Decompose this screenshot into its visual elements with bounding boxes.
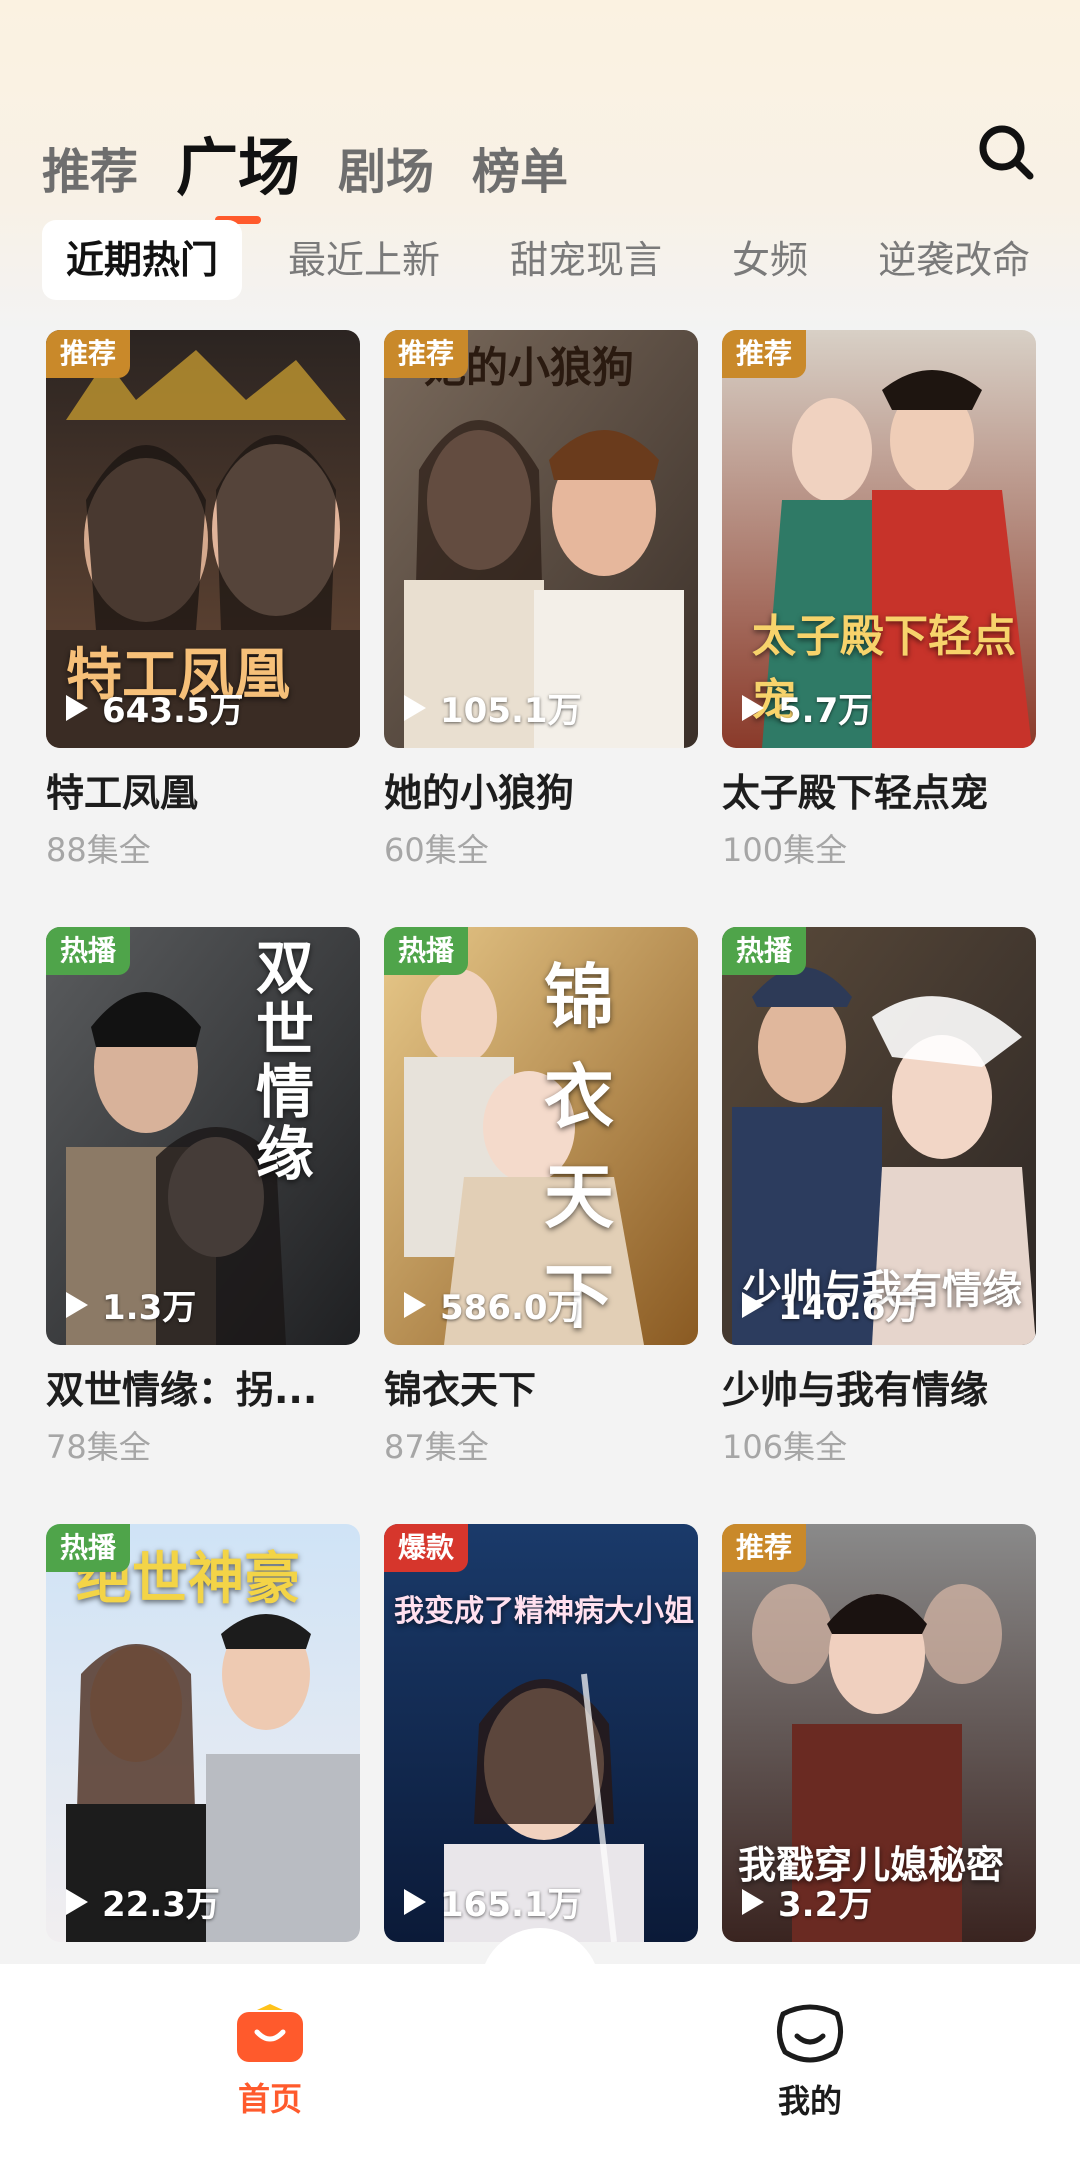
drama-poster: 太子殿下轻点宠 推荐 5.7万 [722, 330, 1036, 748]
play-count: 105.1万 [404, 683, 582, 732]
nav-home-label: 首页 [237, 2080, 302, 2118]
drama-title: 她的小狼狗 [384, 771, 575, 815]
play-icon [742, 1888, 764, 1915]
tab-plaza[interactable]: 广场 [176, 128, 300, 208]
poster-title: 我变成了精神病大小姐 [394, 1594, 694, 1629]
play-icon [66, 1888, 88, 1915]
play-count: 22.3万 [66, 1877, 220, 1926]
play-count-value: 140.6万 [778, 1288, 920, 1328]
tag-badge: 推荐 [384, 330, 469, 378]
chip-new-releases[interactable]: 最近上新 [264, 220, 464, 300]
drama-card[interactable]: 太子殿下轻点宠 推荐 5.7万 太子殿下轻点宠 100集全 [722, 330, 1036, 872]
play-count: 3.2万 [742, 1877, 872, 1926]
tag-badge: 热播 [46, 927, 131, 975]
app-screen: 推荐 广场 剧场 榜单 近期热门 最近上新 甜宠现言 女频 逆袭改命 特工凤凰 … [0, 0, 1080, 2160]
play-count-value: 5.7万 [778, 691, 873, 731]
drama-title: 锦衣天下 [384, 1368, 537, 1412]
nav-profile[interactable]: 我的 [710, 2002, 910, 2122]
play-count: 586.0万 [404, 1280, 582, 1329]
play-icon [404, 1291, 426, 1318]
drama-poster: 绝世神豪 热播 22.3万 [46, 1524, 360, 1942]
drama-title: 特工凤凰 [46, 771, 199, 815]
drama-title: 太子殿下轻点宠 [722, 771, 989, 815]
episode-count: 78集全 [46, 1428, 151, 1466]
play-count: 5.7万 [742, 683, 872, 732]
tag-badge: 推荐 [46, 330, 131, 378]
drama-poster: 锦衣天下 热播 586.0万 [384, 927, 698, 1345]
drama-card[interactable]: 锦衣天下 热播 586.0万 锦衣天下 87集全 [384, 927, 698, 1469]
episode-count: 60集全 [384, 831, 489, 869]
status-bar [0, 0, 1080, 110]
nav-profile-label: 我的 [777, 2082, 842, 2120]
play-count-value: 643.5万 [102, 691, 244, 731]
top-tabs: 推荐 广场 剧场 榜单 [42, 118, 1040, 208]
play-count: 140.6万 [742, 1280, 920, 1329]
profile-icon [777, 2004, 843, 2063]
chip-counterattack[interactable]: 逆袭改命 [854, 220, 1054, 300]
play-icon [404, 694, 426, 721]
play-count: 165.1万 [404, 1877, 582, 1926]
play-icon [742, 1291, 764, 1318]
drama-card[interactable]: 少帅与我有情缘 热播 140.6万 少帅与我有情缘 106集全 [722, 927, 1036, 1469]
tab-recommend[interactable]: 推荐 [42, 136, 138, 208]
category-chips: 近期热门 最近上新 甜宠现言 女频 逆袭改命 [42, 220, 1080, 300]
drama-card[interactable]: 她的小狼狗 推荐 105.1万 她的小狼狗 60集全 [384, 330, 698, 872]
play-count-value: 22.3万 [102, 1885, 220, 1925]
poster-title: 双世情缘 [256, 934, 315, 1188]
chip-sweet-romance[interactable]: 甜宠现言 [486, 220, 686, 300]
tab-ranking[interactable]: 榜单 [472, 136, 568, 208]
drama-title: 双世情缘：拐... [46, 1368, 318, 1412]
tag-badge: 推荐 [722, 330, 807, 378]
home-icon [237, 2004, 303, 2062]
tab-theater[interactable]: 剧场 [338, 136, 434, 208]
drama-card[interactable]: 绝世神豪 热播 22.3万 [46, 1524, 360, 1942]
episode-count: 88集全 [46, 831, 151, 869]
episode-count: 87集全 [384, 1428, 489, 1466]
play-count-value: 165.1万 [440, 1885, 582, 1925]
nav-home[interactable]: 首页 [170, 2004, 370, 2120]
bottom-nav: 首页 我的 [0, 1964, 1080, 2160]
drama-poster: 我戳穿儿媳秘密 推荐 3.2万 [722, 1524, 1036, 1942]
tag-badge: 热播 [722, 927, 807, 975]
play-count-value: 586.0万 [440, 1288, 582, 1328]
play-icon [742, 694, 764, 721]
drama-poster: 双世情缘 热播 1.3万 [46, 927, 360, 1345]
drama-card[interactable]: 我变成了精神病大小姐 爆款 165.1万 [384, 1524, 698, 1942]
tag-badge: 热播 [46, 1524, 131, 1572]
episode-count: 100集全 [722, 831, 848, 869]
play-icon [404, 1888, 426, 1915]
play-count-value: 3.2万 [778, 1885, 873, 1925]
play-icon [66, 1291, 88, 1318]
tag-badge: 爆款 [384, 1524, 469, 1572]
play-count-value: 105.1万 [440, 691, 582, 731]
drama-card[interactable]: 双世情缘 热播 1.3万 双世情缘：拐... 78集全 [46, 927, 360, 1469]
play-icon [66, 694, 88, 721]
drama-poster: 特工凤凰 推荐 643.5万 [46, 330, 360, 748]
play-count-value: 1.3万 [102, 1288, 197, 1328]
drama-title: 少帅与我有情缘 [722, 1368, 989, 1412]
play-count: 1.3万 [66, 1280, 196, 1329]
drama-card[interactable]: 我戳穿儿媳秘密 推荐 3.2万 [722, 1524, 1036, 1942]
tag-badge: 推荐 [722, 1524, 807, 1572]
drama-poster: 她的小狼狗 推荐 105.1万 [384, 330, 698, 748]
tag-badge: 热播 [384, 927, 469, 975]
episode-count: 106集全 [722, 1428, 848, 1466]
drama-card[interactable]: 特工凤凰 推荐 643.5万 特工凤凰 88集全 [46, 330, 360, 872]
chip-recent-hot[interactable]: 近期热门 [42, 220, 243, 300]
search-icon[interactable] [976, 122, 1036, 182]
play-count: 643.5万 [66, 683, 244, 732]
chip-female[interactable]: 女频 [708, 220, 832, 300]
drama-poster: 我变成了精神病大小姐 爆款 165.1万 [384, 1524, 698, 1942]
drama-poster: 少帅与我有情缘 热播 140.6万 [722, 927, 1036, 1345]
